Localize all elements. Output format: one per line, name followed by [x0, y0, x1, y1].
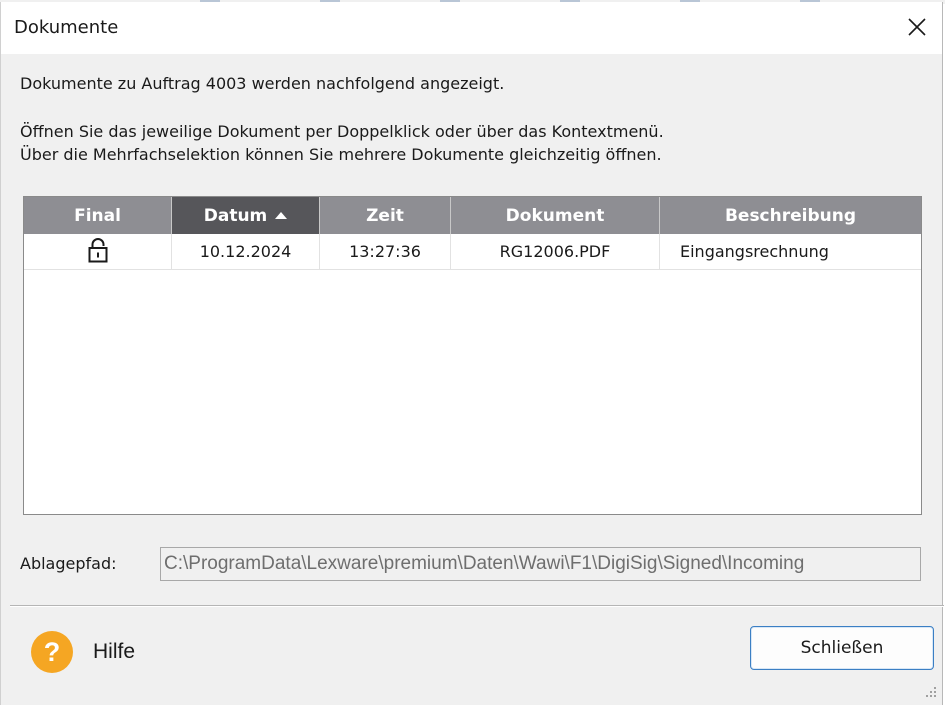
footer-divider-highlight [10, 606, 944, 607]
column-header-beschreibung[interactable]: Beschreibung [660, 197, 921, 234]
close-icon[interactable] [902, 12, 932, 42]
question-icon: ? [31, 631, 73, 673]
cell-zeit: 13:27:36 [320, 234, 451, 269]
table-row[interactable]: 10.12.2024 13:27:36 RG12006.PDF Eingangs… [24, 234, 921, 270]
column-header-final[interactable]: Final [24, 197, 172, 234]
column-header-label: Zeit [366, 205, 404, 226]
path-label: Ablagepfad: [20, 554, 117, 573]
cell-datum: 10.12.2024 [172, 234, 320, 269]
info-line-2: Öffnen Sie das jeweilige Dokument per Do… [20, 122, 664, 141]
window-title: Dokumente [14, 17, 119, 38]
table-header: Final Datum Zeit Dokument Beschreibung [24, 197, 921, 234]
lock-icon [88, 237, 108, 267]
close-button[interactable]: Schließen [750, 626, 934, 670]
resize-grip-icon[interactable] [924, 685, 936, 697]
help-label: Hilfe [93, 640, 136, 663]
column-header-label: Dokument [505, 205, 605, 226]
info-line-1: Dokumente zu Auftrag 4003 werden nachfol… [20, 74, 505, 93]
column-header-zeit[interactable]: Zeit [320, 197, 451, 234]
column-header-label: Final [74, 205, 121, 226]
info-line-3: Über die Mehrfachselektion können Sie me… [20, 145, 662, 164]
sort-ascending-icon [275, 212, 288, 219]
path-field[interactable]: C:\ProgramData\Lexware\premium\Daten\Waw… [160, 547, 921, 581]
column-header-dokument[interactable]: Dokument [451, 197, 660, 234]
title-bar: Dokumente [1, 2, 942, 54]
column-header-label: Datum [203, 205, 268, 226]
cell-beschreibung: Eingangsrechnung [680, 242, 829, 261]
info-text: Öffnen Sie das jeweilige Dokument per Do… [20, 120, 664, 166]
cell-final [24, 234, 172, 269]
help-link[interactable]: ? Hilfe [31, 631, 135, 673]
cell-dokument: RG12006.PDF [451, 234, 660, 269]
documents-dialog: Dokumente Dokumente zu Auftrag 4003 werd… [0, 2, 944, 705]
column-header-label: Beschreibung [724, 205, 857, 226]
documents-table: Final Datum Zeit Dokument Beschreibung 1… [23, 196, 922, 515]
column-header-datum[interactable]: Datum [172, 197, 320, 234]
